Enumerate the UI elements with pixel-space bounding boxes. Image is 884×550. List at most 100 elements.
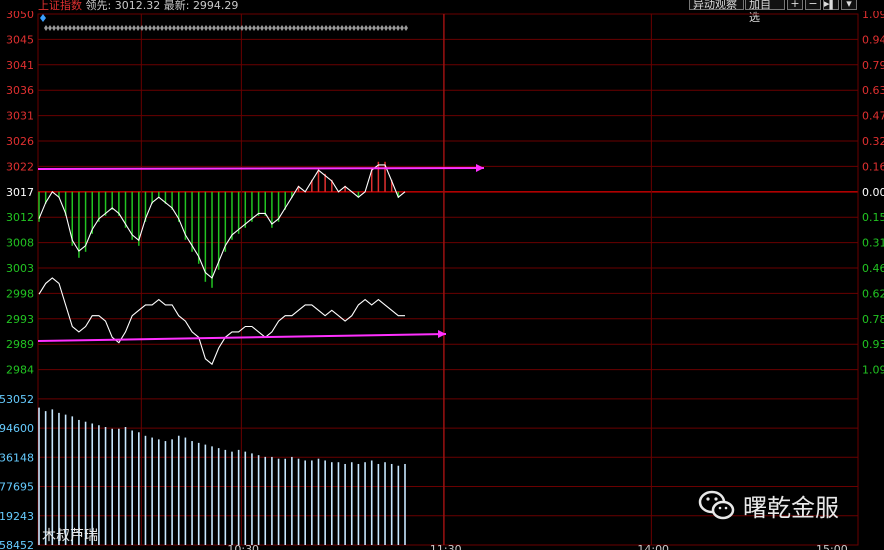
progress-diamond <box>300 25 304 31</box>
progress-diamond <box>164 25 168 31</box>
brand-watermark: 曙乾金服 <box>697 486 867 526</box>
price-lines <box>38 164 406 366</box>
percent-axis-label: 0.15 <box>862 211 884 224</box>
percent-axis-label: 0.62 <box>862 287 884 300</box>
progress-diamond <box>348 25 352 31</box>
price-axis-label: 3008 <box>6 237 34 250</box>
progress-diamond <box>120 25 124 31</box>
progress-diamond <box>396 25 400 31</box>
progress-diamond <box>388 25 392 31</box>
series-line-0 <box>38 277 405 366</box>
progress-diamond <box>404 25 408 31</box>
marker-icon <box>40 14 46 22</box>
time-axis-label: 15:00 <box>816 543 848 550</box>
chart-frame <box>37 13 859 546</box>
progress-diamond <box>224 25 228 31</box>
plus-icon[interactable]: + <box>787 0 803 10</box>
progress-diamond <box>268 25 272 31</box>
progress-diamond <box>184 25 188 31</box>
progress-diamond <box>104 25 108 31</box>
price-axis-label: 2998 <box>6 287 34 300</box>
progress-diamond <box>360 25 364 31</box>
volume-axis-label: 77695 <box>0 481 34 494</box>
progress-diamond <box>124 25 128 31</box>
volume-axis-label: 58452 <box>0 539 34 550</box>
progress-diamond <box>108 25 112 31</box>
progress-diamond <box>84 25 88 31</box>
progress-diamond <box>196 25 200 31</box>
progress-diamond <box>320 25 324 31</box>
progress-diamond <box>308 25 312 31</box>
chart-grid <box>37 13 859 546</box>
brand-name: 曙乾金服 <box>743 494 839 522</box>
progress-diamond <box>344 25 348 31</box>
progress-diamond <box>116 25 120 31</box>
progress-diamond <box>60 25 64 31</box>
wechat-icon <box>698 490 735 520</box>
progress-diamond <box>248 25 252 31</box>
abnormal-watch-button[interactable]: 异动观察 <box>689 0 744 11</box>
progress-diamond <box>284 25 288 31</box>
progress-diamond <box>340 25 344 31</box>
progress-diamond <box>380 25 384 31</box>
progress-diamond <box>192 25 196 31</box>
progress-diamond <box>216 25 220 31</box>
progress-diamond <box>252 25 256 31</box>
percent-axis-label: 0.32 <box>862 135 884 148</box>
progress-diamond <box>168 25 172 31</box>
price-axis-label: 3045 <box>6 33 34 46</box>
progress-diamond <box>112 25 116 31</box>
expand-icon[interactable]: ▸▍ <box>823 0 839 10</box>
progress-diamond <box>56 25 60 31</box>
intraday-chart[interactable]: 3050 3045 3041 3036 3031 3026 3022 3017 3012 3008… <box>0 11 884 550</box>
progress-diamond <box>72 25 76 31</box>
progress-diamond <box>132 25 136 31</box>
volume-axis-label: 94600 <box>0 422 34 435</box>
bottom-overlay-text: 木叔芦瑞 <box>42 528 98 544</box>
price-axis-label: 3050 <box>6 11 34 21</box>
progress-diamond <box>364 25 368 31</box>
progress-diamond <box>136 25 140 31</box>
progress-diamond <box>392 25 396 31</box>
annotation-arrows <box>37 164 485 342</box>
progress-diamond <box>148 25 152 31</box>
progress-diamond <box>96 25 100 31</box>
progress-diamond <box>312 25 316 31</box>
progress-diamond <box>328 25 332 31</box>
progress-diamond <box>76 25 80 31</box>
minus-icon[interactable]: − <box>805 0 821 10</box>
percent-axis-label: 0.47 <box>862 110 884 123</box>
progress-diamond <box>156 25 160 31</box>
progress-diamond <box>52 25 56 31</box>
progress-diamond <box>204 25 208 31</box>
buy-sell-bars <box>38 161 400 288</box>
progress-diamond <box>128 25 132 31</box>
progress-diamond <box>352 25 356 31</box>
support-arrow-head <box>438 330 446 338</box>
progress-diamond <box>264 25 268 31</box>
add-watchlist-button[interactable]: 加自选 <box>745 0 785 24</box>
progress-diamond <box>140 25 144 31</box>
progress-diamond <box>324 25 328 31</box>
chevron-down-icon[interactable]: ▾ <box>841 0 857 10</box>
progress-diamond <box>64 25 68 31</box>
volume-axis-label: 53052 <box>0 393 34 406</box>
progress-diamond <box>152 25 156 31</box>
progress-diamond <box>80 25 84 31</box>
progress-diamond <box>176 25 180 31</box>
progress-diamond <box>100 25 104 31</box>
price-axis-label: 3041 <box>6 59 34 72</box>
time-axis-label: 11:30 <box>430 543 462 550</box>
resistance-arrow <box>37 167 485 170</box>
progress-diamond <box>384 25 388 31</box>
price-axis-label: 2984 <box>6 364 34 377</box>
progress-diamond <box>88 25 92 31</box>
progress-diamond <box>356 25 360 31</box>
progress-diamond <box>144 25 148 31</box>
progress-diamond <box>260 25 264 31</box>
progress-diamond <box>180 25 184 31</box>
percent-axis-label: 0.93 <box>862 338 884 351</box>
progress-diamond <box>296 25 300 31</box>
progress-diamond <box>48 25 52 31</box>
resistance-arrow-head <box>476 164 484 172</box>
